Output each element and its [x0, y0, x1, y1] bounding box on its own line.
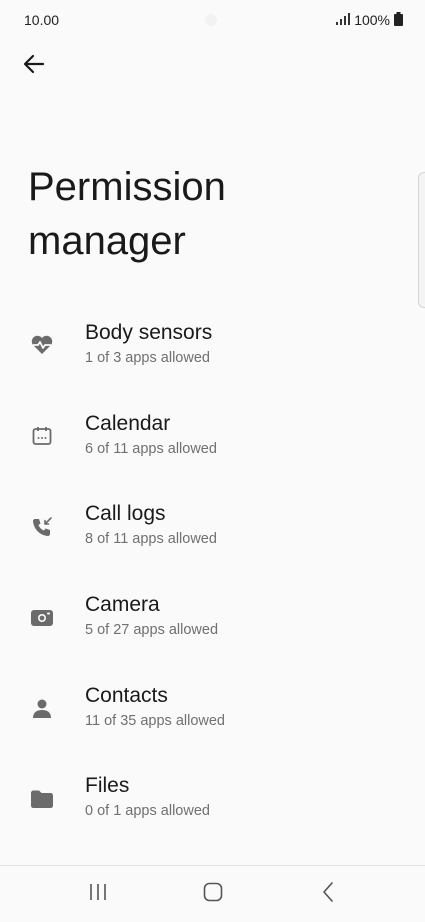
permission-name: Body sensors — [85, 321, 213, 344]
page-title: Permission manager — [28, 165, 226, 263]
permission-text: Body sensors 1 of 3 apps allowed — [85, 320, 212, 368]
permission-name: Files — [85, 774, 130, 798]
permission-name: Call logs — [85, 502, 166, 526]
calendar-icon — [28, 422, 56, 450]
status-indicators: 100% — [336, 11, 403, 29]
recents-icon — [88, 883, 108, 906]
permission-summary: 8 of 11 apps allowed — [85, 531, 217, 548]
permission-text: Files 0 of 1 apps allowed — [85, 773, 210, 821]
folder-icon — [28, 785, 56, 813]
scroll-indicator[interactable] — [418, 172, 425, 308]
permission-summary: 11 of 35 apps allowed — [85, 712, 226, 729]
permission-item-files[interactable]: Files 0 of 1 apps allowed — [0, 753, 425, 844]
permission-list: Body sensors 1 of 3 apps allowed Calenda… — [0, 300, 425, 844]
permission-summary: 6 of 11 apps allowed — [85, 440, 217, 457]
permission-text: Camera 5 of 27 apps allowed — [85, 592, 218, 640]
permission-item-call-logs[interactable]: Call logs 8 of 11 apps allowed — [0, 481, 425, 572]
permission-name: Calendar — [85, 411, 171, 435]
permission-summary: 5 of 27 apps allowed — [85, 622, 219, 639]
person-icon — [28, 694, 56, 722]
call-log-icon — [28, 513, 56, 541]
permission-text: Contacts 11 of 35 apps allowed — [85, 683, 225, 731]
heart-pulse-icon — [28, 331, 56, 359]
permission-summary: 1 of 3 apps allowed — [85, 350, 210, 366]
nav-back-button[interactable] — [298, 874, 358, 914]
navigation-bar — [0, 866, 425, 922]
back-button[interactable] — [16, 48, 52, 84]
permission-name: Camera — [85, 593, 160, 617]
status-time: 10.00 — [24, 12, 60, 28]
permission-name: Contacts — [85, 683, 168, 707]
chevron-left-icon — [321, 881, 335, 907]
arrow-left-icon — [23, 53, 45, 80]
home-icon — [203, 882, 223, 907]
permission-summary: 0 of 1 apps allowed — [85, 803, 210, 820]
home-button[interactable] — [183, 874, 243, 914]
permission-text: Calendar 6 of 11 apps allowed — [85, 411, 217, 459]
signal-icon — [336, 12, 351, 28]
camera-cutout — [205, 14, 217, 26]
permission-text: Call logs 8 of 11 apps allowed — [85, 501, 217, 549]
recent-apps-button[interactable] — [68, 874, 128, 914]
permission-item-calendar[interactable]: Calendar 6 of 11 apps allowed — [0, 391, 425, 482]
battery-percent: 100% — [354, 12, 390, 28]
permission-item-contacts[interactable]: Contacts 11 of 35 apps allowed — [0, 663, 425, 754]
camera-icon — [28, 603, 56, 631]
battery-icon — [394, 11, 403, 29]
permission-item-camera[interactable]: Camera 5 of 27 apps allowed — [0, 572, 425, 663]
permission-item-body-sensors[interactable]: Body sensors 1 of 3 apps allowed — [0, 300, 425, 391]
